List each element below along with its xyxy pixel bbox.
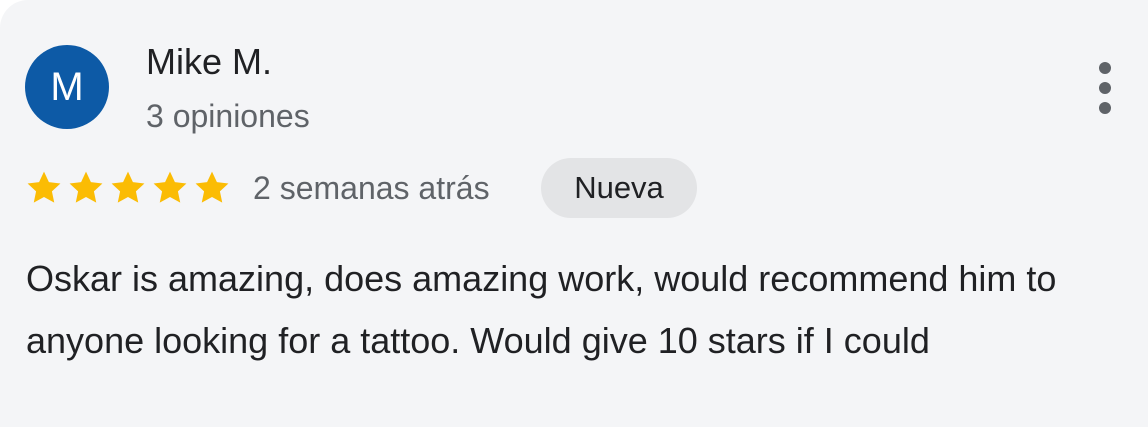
star-icon <box>192 168 232 208</box>
reviewer-name[interactable]: Mike M. <box>146 40 272 84</box>
star-icon <box>150 168 190 208</box>
star-rating <box>24 166 234 210</box>
star-icon <box>24 168 64 208</box>
star-icon <box>108 168 148 208</box>
star-icon <box>66 168 106 208</box>
reviewer-review-count: 3 opiniones <box>146 98 310 134</box>
avatar[interactable]: M <box>25 45 109 129</box>
avatar-initial: M <box>50 64 84 109</box>
review-card: M Mike M. 3 opiniones 2 semanas atrás Nu… <box>0 0 1148 427</box>
new-badge: Nueva <box>541 158 697 218</box>
review-text: Oskar is amazing, does amazing work, wou… <box>26 258 1057 361</box>
more-options-button[interactable] <box>1080 56 1130 120</box>
new-badge-label: Nueva <box>574 170 664 205</box>
review-time: 2 semanas atrás <box>253 170 490 206</box>
